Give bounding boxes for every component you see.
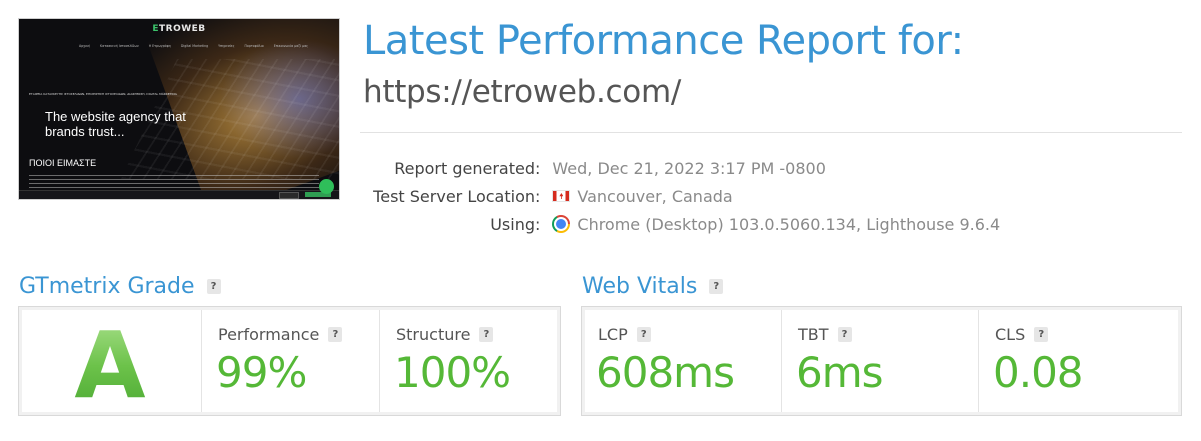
meta-value: Chrome (Desktop) 103.0.5060.134, Lightho… — [577, 214, 1001, 234]
web-vitals-panel: LCP ? 608ms TBT ? 6ms CLS ? 0.08 — [581, 306, 1182, 416]
thumbnail-body-lines — [29, 175, 319, 189]
meta-colon: : — [535, 186, 541, 206]
thumbnail-nav-item: Η Ετρωγράφη — [148, 44, 171, 48]
meta-label: Report generated — [394, 158, 535, 178]
cls-label-wrap: CLS ? — [995, 325, 1049, 344]
tbt-label-wrap: TBT ? — [798, 325, 852, 344]
report-title: Latest Performance Report for: — [363, 18, 964, 64]
gtmetrix-grade-heading: GTmetrix Grade ? — [19, 274, 221, 299]
performance-label-wrap: Performance ? — [218, 325, 343, 344]
structure-cell: Structure ? 100% — [379, 310, 560, 412]
thumbnail-nav-item: Αρχική — [79, 44, 91, 48]
structure-label: Structure — [396, 325, 471, 344]
structure-value: 100% — [394, 348, 511, 397]
performance-label: Performance — [218, 325, 320, 344]
grade-letter: A — [19, 316, 201, 416]
help-icon[interactable]: ? — [479, 327, 494, 342]
tbt-value: 6ms — [796, 348, 884, 397]
help-icon[interactable]: ? — [837, 327, 852, 342]
tbt-cell: TBT ? 6ms — [781, 310, 978, 412]
help-icon[interactable]: ? — [206, 279, 221, 294]
meta-row-using: Using : Chrome (Desktop) 103.0.5060.134,… — [360, 210, 1000, 238]
thumbnail-nav-item: Πορτοφόλιο — [244, 44, 264, 48]
structure-label-wrap: Structure ? — [396, 325, 494, 344]
help-icon[interactable]: ? — [709, 279, 724, 294]
performance-value: 99% — [216, 348, 307, 397]
lcp-label-wrap: LCP ? — [598, 325, 651, 344]
help-icon[interactable]: ? — [636, 327, 651, 342]
page-screenshot-thumbnail[interactable]: ETROWEB Αρχική Κατασκευή Ιστοσελίδων Η Ε… — [18, 18, 340, 200]
lcp-cell: LCP ? 608ms — [582, 310, 781, 412]
help-icon[interactable]: ? — [328, 327, 343, 342]
meta-value-wrap: Vancouver, Canada — [552, 186, 733, 206]
lcp-label: LCP — [598, 325, 628, 344]
thumbnail-logo: ETROWEB — [152, 24, 206, 34]
thumbnail-about-heading: ΠΟΙΟΙ ΕΙΜΑΣΤΕ — [29, 158, 97, 168]
whatsapp-icon — [319, 179, 334, 194]
performance-cell: Performance ? 99% — [201, 310, 379, 412]
chrome-icon — [552, 215, 571, 233]
thumbnail-nav-item: Κατασκευή Ιστοσελίδων — [100, 44, 139, 48]
thumbnail-small-text: ΕΤΑΙΡΕΙΑ ΚΑΤΑΣΚΕΥΗΣ ΙΣΤΟΣΕΛΙΔΩΝ, ΕΠΙΧΕΙΡ… — [29, 92, 177, 96]
meta-value: Wed, Dec 21, 2022 3:17 PM -0800 — [552, 158, 826, 178]
thumbnail-nav-item: Επικοινωνία μαζί μας — [273, 44, 309, 48]
thumbnail-cookie-bar — [19, 190, 339, 199]
meta-label: Using — [490, 214, 535, 234]
meta-value: Vancouver, Canada — [577, 186, 733, 206]
meta-label: Test Server Location — [373, 186, 535, 206]
cls-value: 0.08 — [993, 348, 1084, 397]
grade-cell: A — [19, 310, 201, 416]
lcp-value: 608ms — [596, 348, 735, 397]
meta-colon: : — [535, 158, 541, 178]
gtmetrix-grade-title: GTmetrix Grade — [19, 274, 195, 299]
web-vitals-title: Web Vitals — [582, 274, 698, 299]
cls-label: CLS — [995, 325, 1026, 344]
thumbnail-cookie-button — [279, 192, 299, 199]
meta-colon: : — [535, 214, 541, 234]
web-vitals-heading: Web Vitals ? — [582, 274, 724, 299]
header-divider — [360, 132, 1182, 133]
thumbnail-nav-item: Υπηρεσίες — [218, 44, 235, 48]
tbt-label: TBT — [798, 325, 829, 344]
thumbnail-nav: Αρχική Κατασκευή Ιστοσελίδων Η Ετρωγράφη… — [79, 44, 317, 48]
meta-row-server-location: Test Server Location : Vancouver, Canada — [360, 182, 1000, 210]
report-meta: Report generated : Wed, Dec 21, 2022 3:1… — [360, 154, 1000, 238]
meta-value-wrap: Chrome (Desktop) 103.0.5060.134, Lightho… — [552, 215, 1000, 234]
cls-cell: CLS ? 0.08 — [978, 310, 1181, 412]
report-url[interactable]: https://etroweb.com/ — [363, 74, 681, 110]
gtmetrix-grade-panel: A Performance ? 99% Structure ? 100% — [18, 306, 561, 416]
thumbnail-nav-item: Digital Marketing — [180, 44, 209, 48]
help-icon[interactable]: ? — [1034, 327, 1049, 342]
canada-flag-icon — [552, 190, 571, 202]
thumbnail-hero-text: The website agency that brands trust... — [45, 109, 186, 139]
meta-row-report-generated: Report generated : Wed, Dec 21, 2022 3:1… — [360, 154, 1000, 182]
